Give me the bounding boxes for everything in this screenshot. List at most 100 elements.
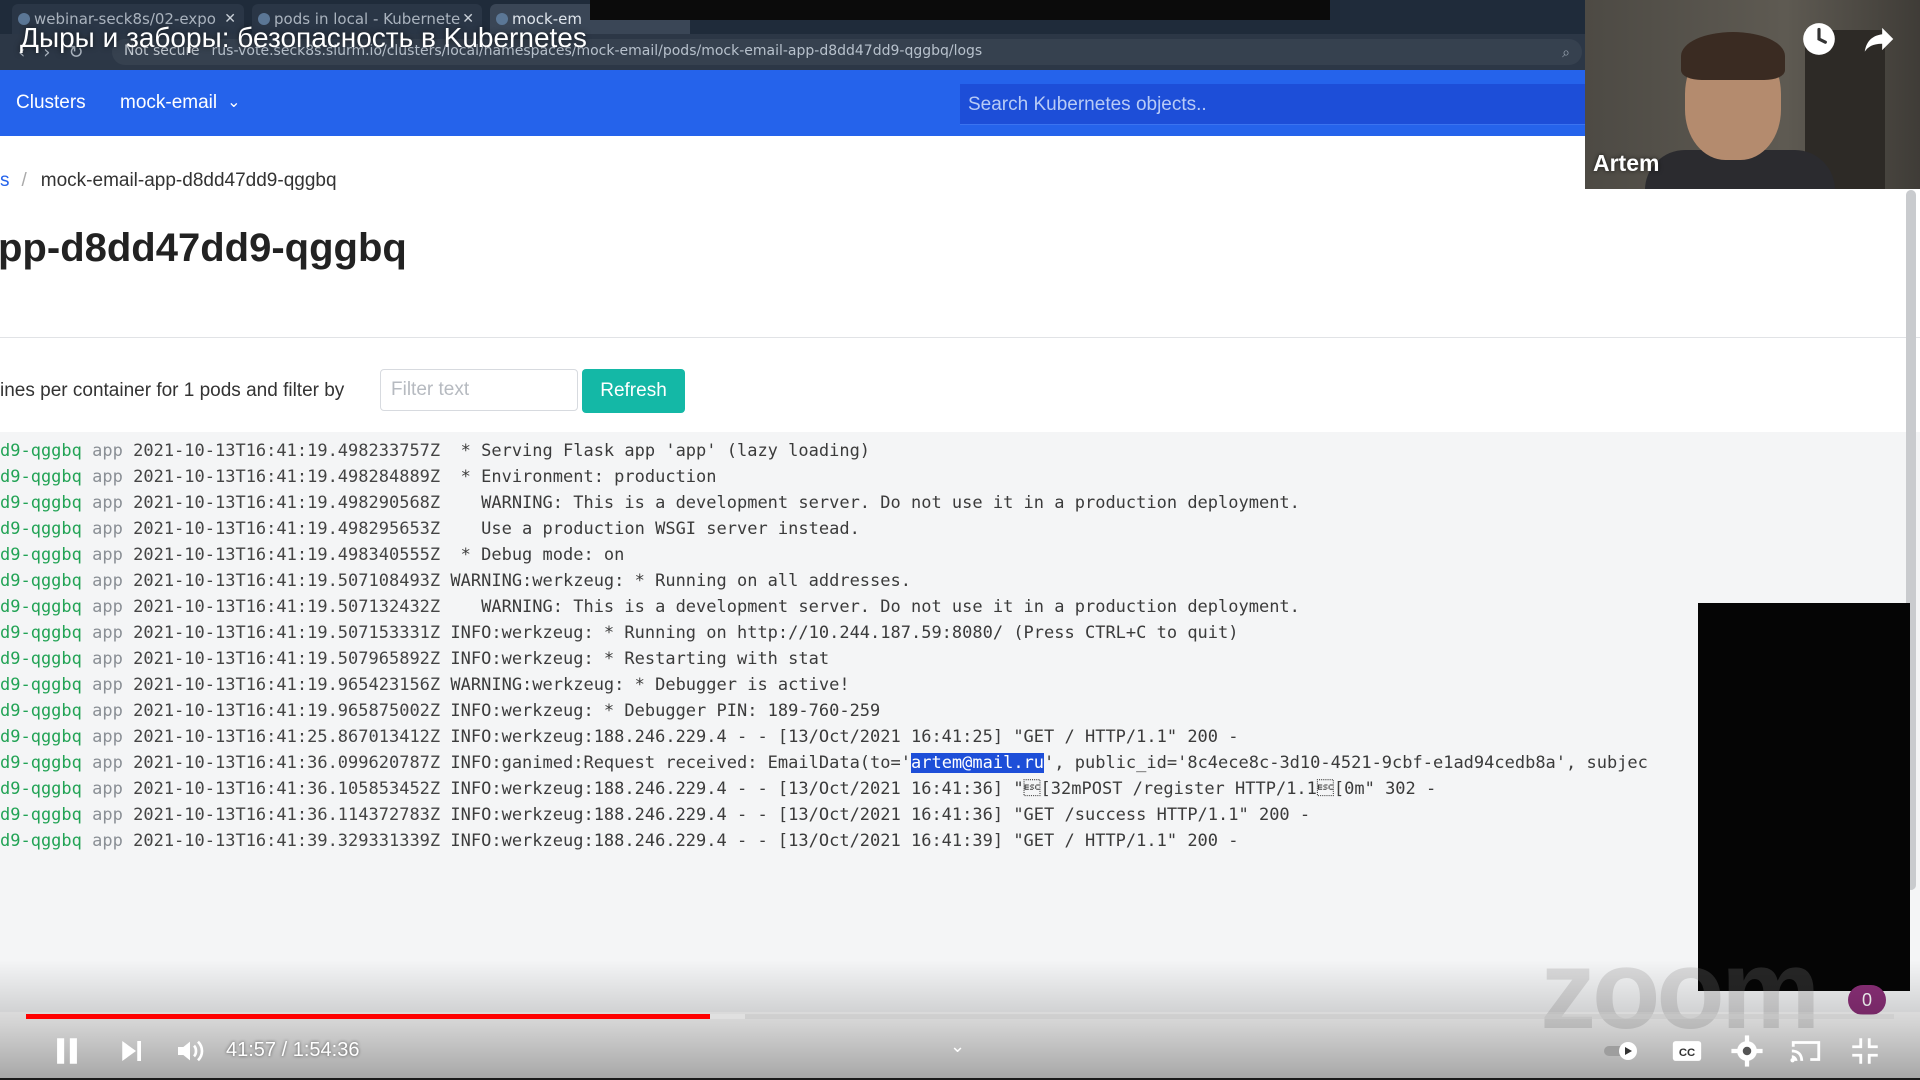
log-pod-name: d9-qggbq xyxy=(0,571,82,591)
log-container-name: app xyxy=(92,597,123,617)
log-line: d9-qggbq app 2021-10-13T16:41:36.1058534… xyxy=(0,776,1436,802)
watch-later-icon[interactable] xyxy=(1800,20,1838,58)
namespace-dropdown[interactable]: mock-email ⌄ xyxy=(120,92,241,114)
log-container-name: app xyxy=(92,467,123,487)
log-line: d9-qggbq app 2021-10-13T16:41:19.5071084… xyxy=(0,568,911,594)
cast-icon[interactable] xyxy=(1788,1034,1824,1068)
captions-icon[interactable]: CC xyxy=(1670,1034,1704,1068)
log-timestamp: 2021-10-13T16:41:19.498290568Z xyxy=(133,493,441,513)
breadcrumb-separator: / xyxy=(21,170,27,191)
log-message: INFO:werkzeug:188.246.229.4 - - [13/Oct/… xyxy=(450,831,1239,851)
breadcrumb-parent-link[interactable]: s xyxy=(0,170,10,191)
log-pod-name: d9-qggbq xyxy=(0,701,82,721)
gear-icon[interactable] xyxy=(1730,1034,1764,1068)
log-line: d9-qggbq app 2021-10-13T16:41:19.5079658… xyxy=(0,646,829,672)
log-timestamp: 2021-10-13T16:41:19.965875002Z xyxy=(133,701,441,721)
log-message: INFO:werkzeug:188.246.229.4 - - [13/Oct/… xyxy=(450,727,1239,747)
breadcrumb: s / mock-email-app-d8dd47dd9-qggbq xyxy=(0,170,337,192)
refresh-button[interactable]: Refresh xyxy=(582,369,685,413)
log-container-name: app xyxy=(92,779,123,799)
log-container-name: app xyxy=(92,831,123,851)
video-frame: webinar-seck8s/02-expo ✕ pods in local -… xyxy=(0,0,1920,1080)
log-pod-name: d9-qggbq xyxy=(0,519,82,539)
log-container-name: app xyxy=(92,545,123,565)
log-line: d9-qggbq app 2021-10-13T16:41:36.0996207… xyxy=(0,750,1648,776)
nav-clusters-link[interactable]: Clusters xyxy=(16,92,86,114)
log-pod-name: d9-qggbq xyxy=(0,831,82,851)
log-message: INFO:ganimed:Request received: EmailData… xyxy=(450,753,1648,773)
video-top-mask xyxy=(590,0,1330,20)
volume-icon[interactable] xyxy=(174,1034,206,1068)
progress-played[interactable] xyxy=(26,1014,710,1019)
log-line: d9-qggbq app 2021-10-13T16:41:19.5071533… xyxy=(0,620,1239,646)
log-timestamp: 2021-10-13T16:41:36.105853452Z xyxy=(133,779,441,799)
log-line: d9-qggbq app 2021-10-13T16:41:19.4982905… xyxy=(0,490,1300,516)
chevron-down-icon[interactable]: ⌄ xyxy=(950,1036,965,1057)
log-message: INFO:werkzeug:188.246.229.4 - - [13/Oct/… xyxy=(450,805,1311,825)
log-line: d9-qggbq app 2021-10-13T16:41:19.9658750… xyxy=(0,698,880,724)
log-container-name: app xyxy=(92,675,123,695)
log-line: d9-qggbq app 2021-10-13T16:41:19.4983405… xyxy=(0,542,624,568)
log-message: INFO:werkzeug: * Running on http://10.24… xyxy=(450,623,1239,643)
log-pod-name: d9-qggbq xyxy=(0,649,82,669)
time-display: 41:57 / 1:54:36 xyxy=(226,1039,360,1061)
speaker-name: Artem xyxy=(1593,150,1660,176)
log-message: WARNING: This is a development server. D… xyxy=(450,493,1300,513)
log-line: d9-qggbq app 2021-10-13T16:41:36.1143727… xyxy=(0,802,1310,828)
breadcrumb-current: mock-email-app-d8dd47dd9-qggbq xyxy=(40,170,337,191)
log-timestamp: 2021-10-13T16:41:19.965423156Z xyxy=(133,675,441,695)
page-title: pp-d8dd47dd9-qggbq xyxy=(0,226,407,270)
log-pod-name: d9-qggbq xyxy=(0,441,82,461)
log-message: * Environment: production xyxy=(450,467,717,487)
log-message: INFO:werkzeug: * Debugger PIN: 189-760-2… xyxy=(450,701,881,721)
autoplay-toggle-icon[interactable] xyxy=(1602,1034,1642,1068)
log-line: d9-qggbq app 2021-10-13T16:41:39.3293313… xyxy=(0,828,1239,854)
video-title[interactable]: Дыры и заборы: безопасность в Kubernetes xyxy=(20,22,587,54)
log-message: INFO:werkzeug: * Restarting with stat xyxy=(450,649,830,669)
log-message-after: ', public_id='8c4ece8c-3d10-4521-9cbf-e1… xyxy=(1044,753,1648,773)
log-container-name: app xyxy=(92,727,123,747)
log-pod-name: d9-qggbq xyxy=(0,623,82,643)
log-container-name: app xyxy=(92,753,123,773)
exit-fullscreen-icon[interactable] xyxy=(1848,1034,1882,1068)
log-container-name: app xyxy=(92,571,123,591)
selected-text[interactable]: artem@mail.ru xyxy=(910,753,1045,773)
share-icon[interactable] xyxy=(1860,20,1898,58)
log-timestamp: 2021-10-13T16:41:19.498295653Z xyxy=(133,519,441,539)
divider xyxy=(0,337,1920,338)
log-pod-name: d9-qggbq xyxy=(0,493,82,513)
log-pod-name: d9-qggbq xyxy=(0,753,82,773)
log-timestamp: 2021-10-13T16:41:19.498233757Z xyxy=(133,441,441,461)
log-line: d9-qggbq app 2021-10-13T16:41:19.4982848… xyxy=(0,464,717,490)
chevron-down-icon: ⌄ xyxy=(227,94,241,111)
log-container-name: app xyxy=(92,519,123,539)
filter-label: ines per container for 1 pods and filter… xyxy=(0,380,345,401)
app-navbar: Clusters mock-email ⌄ xyxy=(0,70,1585,136)
log-container-name: app xyxy=(92,623,123,643)
search-container xyxy=(960,84,1585,126)
log-pod-name: d9-qggbq xyxy=(0,467,82,487)
log-message: * Serving Flask app 'app' (lazy loading) xyxy=(450,441,871,461)
log-container-name: app xyxy=(92,441,123,461)
search-input[interactable] xyxy=(966,84,1570,126)
log-timestamp: 2021-10-13T16:41:19.507132432Z xyxy=(133,597,441,617)
log-container-name: app xyxy=(92,493,123,513)
log-timestamp: 2021-10-13T16:41:19.498340555Z xyxy=(133,545,441,565)
log-message: WARNING: This is a development server. D… xyxy=(450,597,1300,617)
log-pod-name: d9-qggbq xyxy=(0,805,82,825)
pause-icon[interactable] xyxy=(50,1034,84,1068)
log-timestamp: 2021-10-13T16:41:19.507108493Z xyxy=(133,571,441,591)
log-line: d9-qggbq app 2021-10-13T16:41:25.8670134… xyxy=(0,724,1239,750)
filter-text-input[interactable] xyxy=(380,369,578,411)
log-timestamp: 2021-10-13T16:41:39.329331339Z xyxy=(133,831,441,851)
log-container-name: app xyxy=(92,701,123,721)
log-pod-name: d9-qggbq xyxy=(0,675,82,695)
log-container-name: app xyxy=(92,805,123,825)
next-icon[interactable] xyxy=(116,1034,146,1068)
zoom-icon[interactable]: ⌕ xyxy=(1562,45,1570,61)
namespace-label: mock-email xyxy=(120,92,218,113)
log-timestamp: 2021-10-13T16:41:36.114372783Z xyxy=(133,805,441,825)
log-pod-name: d9-qggbq xyxy=(0,597,82,617)
log-pod-name: d9-qggbq xyxy=(0,727,82,747)
log-timestamp: 2021-10-13T16:41:36.099620787Z xyxy=(133,753,441,773)
